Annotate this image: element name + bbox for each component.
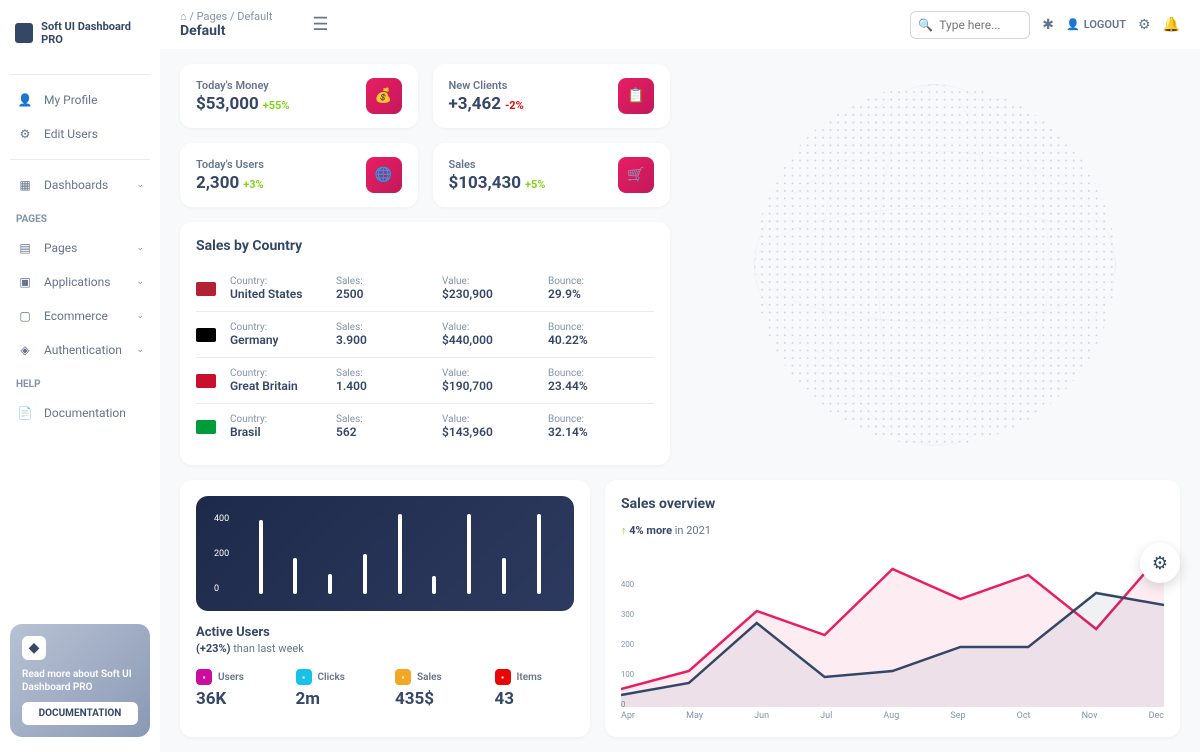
ecommerce-icon: ▢: [16, 307, 34, 325]
breadcrumb-pages[interactable]: Pages: [197, 10, 228, 23]
logout-link[interactable]: 👤 LOGOUT: [1066, 18, 1126, 31]
sidebar-item-pages[interactable]: ▤ Pages ⌄: [10, 231, 150, 265]
country-row: Country:Germany Sales:3.900 Value:$440,0…: [196, 312, 654, 358]
country-row: Country:United States Sales:2500 Value:$…: [196, 266, 654, 312]
metric-icon: ▪: [196, 669, 212, 685]
svg-text:400: 400: [621, 580, 634, 589]
svg-text:500: 500: [621, 557, 634, 559]
logo-text: Soft UI Dashboard PRO: [41, 20, 145, 46]
logo[interactable]: Soft UI Dashboard PRO: [10, 15, 150, 51]
flag-icon: [196, 420, 216, 434]
breadcrumb: ⌂ / Pages / Default: [180, 10, 272, 23]
bar: [293, 558, 297, 594]
flag-icon: [196, 328, 216, 342]
sales-overview-title: Sales overview: [621, 496, 1164, 512]
promo-card: ◆ Read more about Soft UI Dashboard PRO …: [10, 624, 150, 737]
chevron-down-icon: ⌄: [136, 277, 144, 287]
bar: [537, 514, 541, 594]
stat-icon: 📋: [618, 78, 654, 114]
flag-icon: [196, 374, 216, 388]
stat-icon: 🌐: [366, 157, 402, 193]
page-title: Default: [180, 23, 272, 39]
chevron-down-icon: ⌄: [136, 311, 144, 321]
section-help: HELP: [10, 367, 150, 396]
stat-icon: 🛒: [618, 157, 654, 193]
home-icon[interactable]: ⌂: [180, 10, 187, 23]
bar-chart: 4002000: [196, 496, 574, 611]
sidebar-item-ecommerce[interactable]: ▢ Ecommerce ⌄: [10, 299, 150, 333]
sidebar-item-profile[interactable]: 👤 My Profile: [10, 83, 150, 117]
chevron-down-icon: ⌄: [136, 243, 144, 253]
auth-icon: ◈: [16, 341, 34, 359]
sidebar: Soft UI Dashboard PRO 👤 My Profile ⚙ Edi…: [0, 0, 160, 752]
breadcrumb-current: Default: [237, 10, 272, 23]
flag-icon: [196, 282, 216, 296]
sales-overview-subtitle: ↑ 4% more in 2021: [621, 524, 1164, 537]
svg-text:200: 200: [621, 640, 634, 649]
metric-icon: ▪: [495, 669, 511, 685]
metric-icon: ▪: [395, 669, 411, 685]
metric: ▪ Items 43: [495, 669, 575, 709]
sidebar-item-edit-users[interactable]: ⚙ Edit Users: [10, 117, 150, 151]
user-icon: 👤: [16, 91, 34, 109]
user-icon: 👤: [1066, 18, 1080, 31]
stat-icon: 💰: [366, 78, 402, 114]
card-title: Sales by Country: [196, 238, 654, 254]
bar: [502, 558, 506, 594]
svg-text:300: 300: [621, 610, 634, 619]
chevron-down-icon: ⌄: [136, 345, 144, 355]
svg-text:100: 100: [621, 670, 634, 679]
arrow-up-icon: ↑: [621, 524, 627, 537]
country-row: Country:Brasil Sales:562 Value:$143,960 …: [196, 404, 654, 449]
stat-card-3: Sales $103,430+5% 🛒: [433, 143, 671, 207]
globe-visualization: [690, 64, 1180, 465]
metric: ▪ Clicks 2m: [296, 669, 376, 709]
stat-card-2: Today's Users 2,300+3% 🌐: [180, 143, 418, 207]
gear-icon: ⚙: [1152, 553, 1168, 574]
promo-text: Read more about Soft UI Dashboard PRO: [22, 668, 138, 694]
sidebar-item-documentation[interactable]: 📄 Documentation: [10, 396, 150, 430]
bar: [328, 574, 332, 594]
doc-icon: 📄: [16, 404, 34, 422]
metric-icon: ▪: [296, 669, 312, 685]
bar: [432, 576, 436, 594]
country-row: Country:Great Britain Sales:1.400 Value:…: [196, 358, 654, 404]
logo-icon: [15, 23, 33, 43]
pages-icon: ▤: [16, 239, 34, 257]
bar: [259, 520, 263, 594]
stat-card-1: New Clients +3,462-2% 📋: [433, 64, 671, 128]
section-pages: PAGES: [10, 202, 150, 231]
diamond-icon: ◆: [22, 636, 46, 660]
active-users-title: Active Users: [196, 625, 574, 640]
search-box: 🔍: [910, 11, 1030, 39]
metric: ▪ Users 36K: [196, 669, 276, 709]
bar: [363, 554, 367, 594]
topbar: ⌂ / Pages / Default Default ☰ 🔍 ✱ 👤 LOGO…: [160, 0, 1200, 49]
settings-fab[interactable]: ⚙: [1140, 543, 1180, 583]
dashboard-icon: ▦: [16, 176, 34, 194]
metric: ▪ Sales 435$: [395, 669, 475, 709]
sidebar-item-authentication[interactable]: ◈ Authentication ⌄: [10, 333, 150, 367]
documentation-button[interactable]: DOCUMENTATION: [22, 702, 138, 725]
active-users-subtitle: (+23%) than last week: [196, 642, 574, 655]
bar: [398, 514, 402, 594]
apps-icon: ▣: [16, 273, 34, 291]
bell-icon[interactable]: 🔔: [1163, 17, 1180, 33]
settings-icon[interactable]: ✱: [1042, 17, 1054, 33]
active-users-card: 4002000 Active Users (+23%) than last we…: [180, 480, 590, 737]
search-icon: 🔍: [918, 18, 933, 32]
chevron-down-icon: ⌄: [136, 180, 144, 190]
line-chart: 0100200300400500: [621, 557, 1164, 707]
bar: [467, 514, 471, 594]
gear-icon: ⚙: [16, 125, 34, 143]
menu-toggle-icon[interactable]: ☰: [312, 14, 328, 35]
stat-card-0: Today's Money $53,000+55% 💰: [180, 64, 418, 128]
sidebar-item-applications[interactable]: ▣ Applications ⌄: [10, 265, 150, 299]
sales-overview-card: Sales overview ↑ 4% more in 2021 0100200…: [605, 480, 1180, 737]
sidebar-item-dashboards[interactable]: ▦ Dashboards ⌄: [10, 168, 150, 202]
sales-by-country-card: Sales by Country Country:United States S…: [180, 222, 670, 465]
gear-icon[interactable]: ⚙: [1138, 17, 1151, 33]
